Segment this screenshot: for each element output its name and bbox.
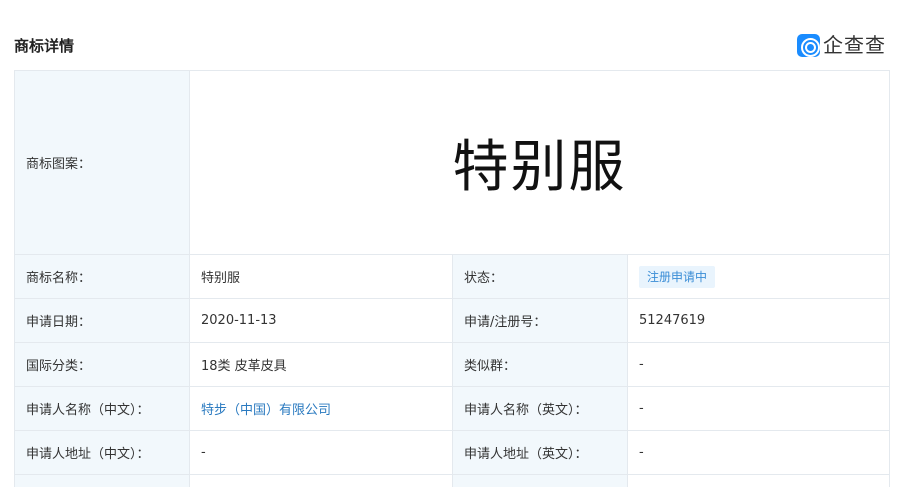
next-row-value-2 <box>626 474 891 487</box>
table-row: 申请人地址（中文）： - 申请人地址（英文）： - <box>14 430 891 475</box>
table-row: 国际分类： 18类 皮革皮具 类似群： - <box>14 342 891 387</box>
next-row-label <box>14 474 190 487</box>
applicant-address-en-value: - <box>626 430 891 475</box>
international-class-value: 18类 皮革皮具 <box>189 342 453 387</box>
application-date-value: 2020-11-13 <box>189 298 453 343</box>
registration-number-value: 51247619 <box>626 298 891 343</box>
status-badge: 注册申请中 <box>639 265 716 288</box>
table-row: 商标名称： 特别服 状态： 注册申请中 <box>14 254 891 299</box>
registration-number-label: 申请/注册号： <box>452 298 628 343</box>
trademark-image: 特别服 <box>452 135 627 200</box>
trademark-name-value: 特别服 <box>189 254 453 299</box>
table-row: 申请日期： 2020-11-13 申请/注册号： 51247619 <box>14 298 891 343</box>
similar-group-label: 类似群： <box>452 342 628 387</box>
applicant-name-cn-cell: 特步（中国）有限公司 <box>189 386 453 431</box>
trademark-image-label: 商标图案： <box>14 70 190 255</box>
applicant-address-cn-value: - <box>189 430 453 475</box>
next-row-label-2 <box>452 474 628 487</box>
trademark-detail-table: 商标图案： 特别服 商标名称： 特别服 状态： 注册申请中 申请日期： 2020… <box>14 70 891 487</box>
status-label: 状态： <box>452 254 628 299</box>
logo-text: 企查查 <box>823 33 886 57</box>
status-cell: 注册申请中 <box>626 254 891 299</box>
international-class-label: 国际分类： <box>14 342 190 387</box>
trademark-name-label: 商标名称： <box>14 254 190 299</box>
applicant-name-cn-label: 申请人名称（中文）： <box>14 386 190 431</box>
application-date-label: 申请日期： <box>14 298 190 343</box>
table-row: 商标图案： 特别服 <box>14 70 891 255</box>
applicant-name-en-value: - <box>626 386 891 431</box>
page-title: 商标详情 <box>14 37 75 55</box>
qichacha-logo-icon <box>797 33 820 57</box>
applicant-address-cn-label: 申请人地址（中文）： <box>14 430 190 475</box>
table-row: 申请人名称（中文）： 特步（中国）有限公司 申请人名称（英文）： - <box>14 386 891 431</box>
applicant-name-en-label: 申请人名称（英文）： <box>452 386 628 431</box>
qichacha-logo[interactable]: 企查查 <box>797 32 886 58</box>
trademark-image-cell: 特别服 <box>188 70 891 255</box>
applicant-address-en-label: 申请人地址（英文）： <box>452 430 628 475</box>
next-row-value <box>189 474 453 487</box>
table-row <box>14 474 891 487</box>
page-header: 商标详情 企查查 <box>0 0 904 70</box>
applicant-name-cn-link[interactable]: 特步（中国）有限公司 <box>201 403 331 418</box>
similar-group-value: - <box>626 342 891 387</box>
